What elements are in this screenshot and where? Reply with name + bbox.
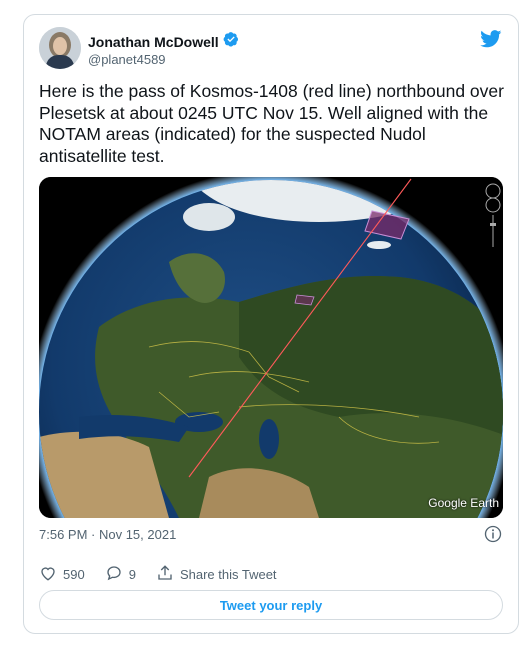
- tweet-your-reply-button[interactable]: Tweet your reply: [39, 590, 503, 620]
- tweet-card: Jonathan McDowell @planet4589 Here is th…: [23, 14, 519, 634]
- tweet-timestamp[interactable]: 7:56 PM · Nov 15, 2021: [39, 527, 176, 542]
- avatar[interactable]: [39, 27, 81, 69]
- google-earth-watermark: Google Earth: [428, 496, 499, 510]
- author-name[interactable]: Jonathan McDowell: [88, 34, 219, 50]
- google-earth-globe: [39, 177, 503, 518]
- share-label: Share this Tweet: [179, 566, 277, 582]
- author-handle[interactable]: @planet4589: [88, 52, 166, 67]
- action-bar: 590 9 Share this Tweet: [39, 564, 297, 584]
- share-action[interactable]: Share this Tweet: [156, 564, 277, 585]
- info-icon[interactable]: [484, 525, 502, 548]
- like-action[interactable]: 590: [39, 564, 85, 585]
- reply-action[interactable]: 9: [105, 564, 136, 585]
- heart-icon[interactable]: [39, 564, 57, 585]
- reply-icon[interactable]: [105, 564, 123, 585]
- reply-count: 9: [128, 566, 136, 582]
- tweet-text: Here is the pass of Kosmos-1408 (red lin…: [39, 81, 504, 166]
- share-icon[interactable]: [156, 564, 174, 585]
- twitter-bird-icon[interactable]: [480, 30, 502, 53]
- like-count: 590: [63, 566, 85, 582]
- tweet-media-image[interactable]: Google Earth: [39, 177, 503, 518]
- verified-badge-icon: [223, 31, 239, 52]
